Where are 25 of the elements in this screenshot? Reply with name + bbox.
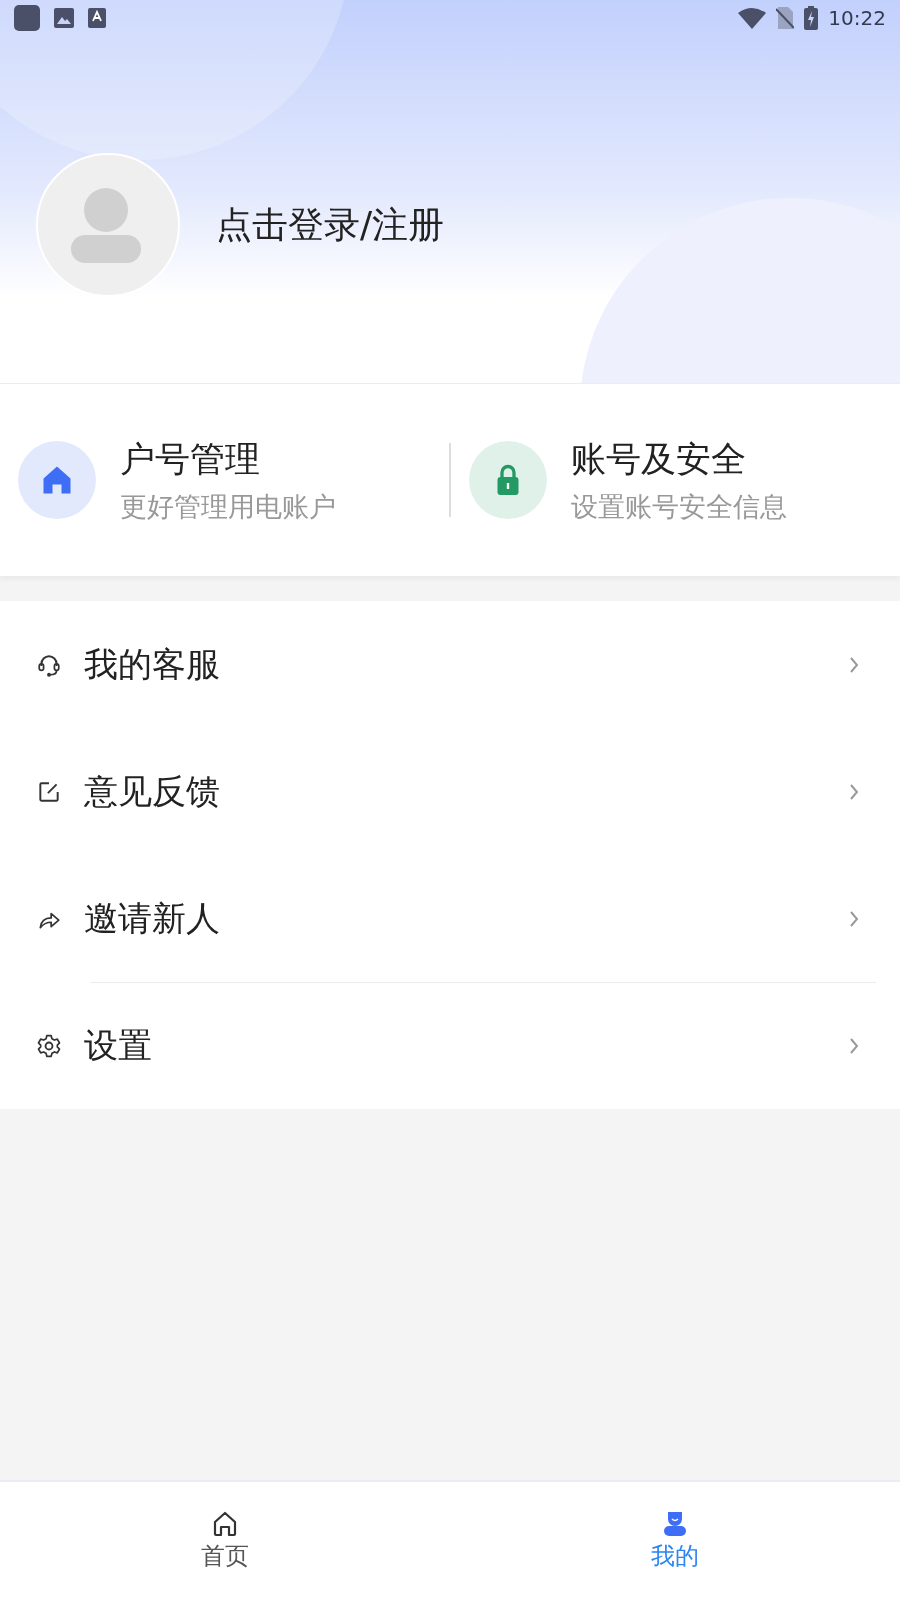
settings-icon	[36, 1033, 62, 1059]
font-icon	[88, 8, 106, 28]
menu-item[interactable]: 我的客服	[0, 601, 900, 728]
battery-icon	[804, 6, 819, 30]
no-sim-icon	[776, 7, 795, 29]
nav-tab[interactable]: 首页	[0, 1482, 450, 1600]
shortcut-title: 户号管理	[120, 437, 261, 481]
home-icon	[211, 1510, 239, 1538]
shortcut-subtitle: 设置账号安全信息	[571, 489, 787, 524]
shortcut-title: 账号及安全	[571, 437, 747, 481]
image-icon	[54, 8, 74, 28]
menu-item[interactable]: 意见反馈	[0, 728, 900, 855]
app-icon	[14, 5, 40, 31]
wifi-icon	[738, 7, 767, 29]
nav-tab[interactable]: 我的	[450, 1482, 900, 1600]
clock-time: 10:22	[828, 6, 886, 30]
shortcut-card[interactable]: 账号及安全 设置账号安全信息	[451, 435, 900, 525]
shortcut-subtitle: 更好管理用电账户	[120, 489, 336, 524]
user-icon	[661, 1510, 689, 1538]
shortcut-card[interactable]: 户号管理 更好管理用电账户	[0, 435, 449, 525]
login-link[interactable]: 点击登录/注册	[216, 200, 445, 250]
menu-item[interactable]: 邀请新人	[0, 855, 900, 982]
menu-item[interactable]: 设置	[0, 983, 900, 1109]
chevron-icon	[848, 1036, 860, 1056]
avatar-icon[interactable]	[36, 153, 180, 297]
